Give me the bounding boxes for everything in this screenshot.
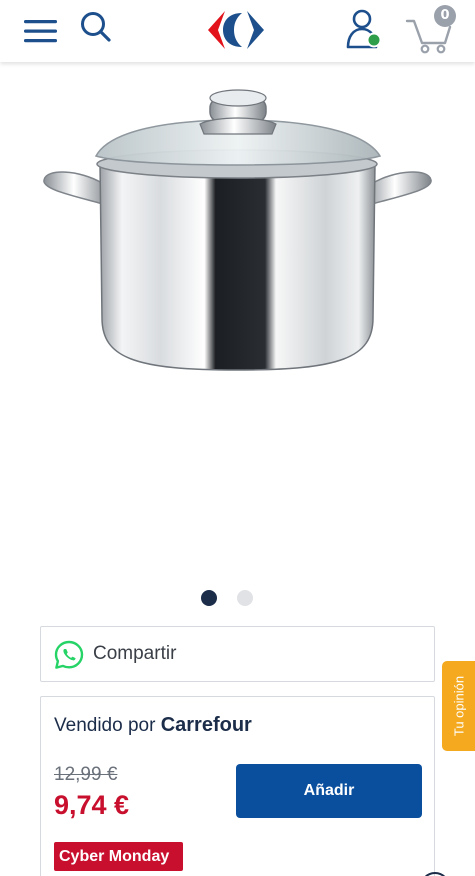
whatsapp-icon <box>54 640 84 669</box>
feedback-tab[interactable]: Tu opinión <box>442 661 475 751</box>
account-button[interactable] <box>343 7 385 51</box>
share-button[interactable]: Compartir <box>40 626 435 682</box>
carrefour-logo-icon <box>208 11 264 49</box>
buy-box: Vendido por Carrefour 12,99 € 9,74 € Aña… <box>40 696 435 876</box>
top-header: 0 <box>0 0 475 62</box>
add-to-cart-button[interactable]: Añadir <box>236 764 422 818</box>
old-price: 12,99 € <box>54 764 118 785</box>
search-button[interactable] <box>78 9 114 45</box>
product-image[interactable] <box>40 78 435 418</box>
feedback-label: Tu opinión <box>451 675 466 737</box>
seller-name[interactable]: Carrefour <box>161 714 252 736</box>
carousel-dot-active[interactable] <box>201 590 217 606</box>
seller-info: Vendido por Carrefour <box>54 714 252 737</box>
user-account-icon <box>346 9 382 49</box>
stockpot-illustration <box>43 89 432 371</box>
search-icon <box>81 12 111 42</box>
seller-prefix: Vendido por <box>54 715 156 736</box>
carousel-dot[interactable] <box>237 590 253 606</box>
menu-button[interactable] <box>22 16 58 46</box>
carousel-dots <box>0 590 475 608</box>
hamburger-menu-icon <box>24 20 57 43</box>
promo-badge: Cyber Monday <box>54 842 184 871</box>
carrefour-logo[interactable] <box>201 9 271 51</box>
share-label: Compartir <box>93 643 177 664</box>
current-price: 9,74 € <box>54 790 130 820</box>
cart-button[interactable]: 0 <box>404 3 458 55</box>
cart-count-badge: 0 <box>434 5 456 27</box>
